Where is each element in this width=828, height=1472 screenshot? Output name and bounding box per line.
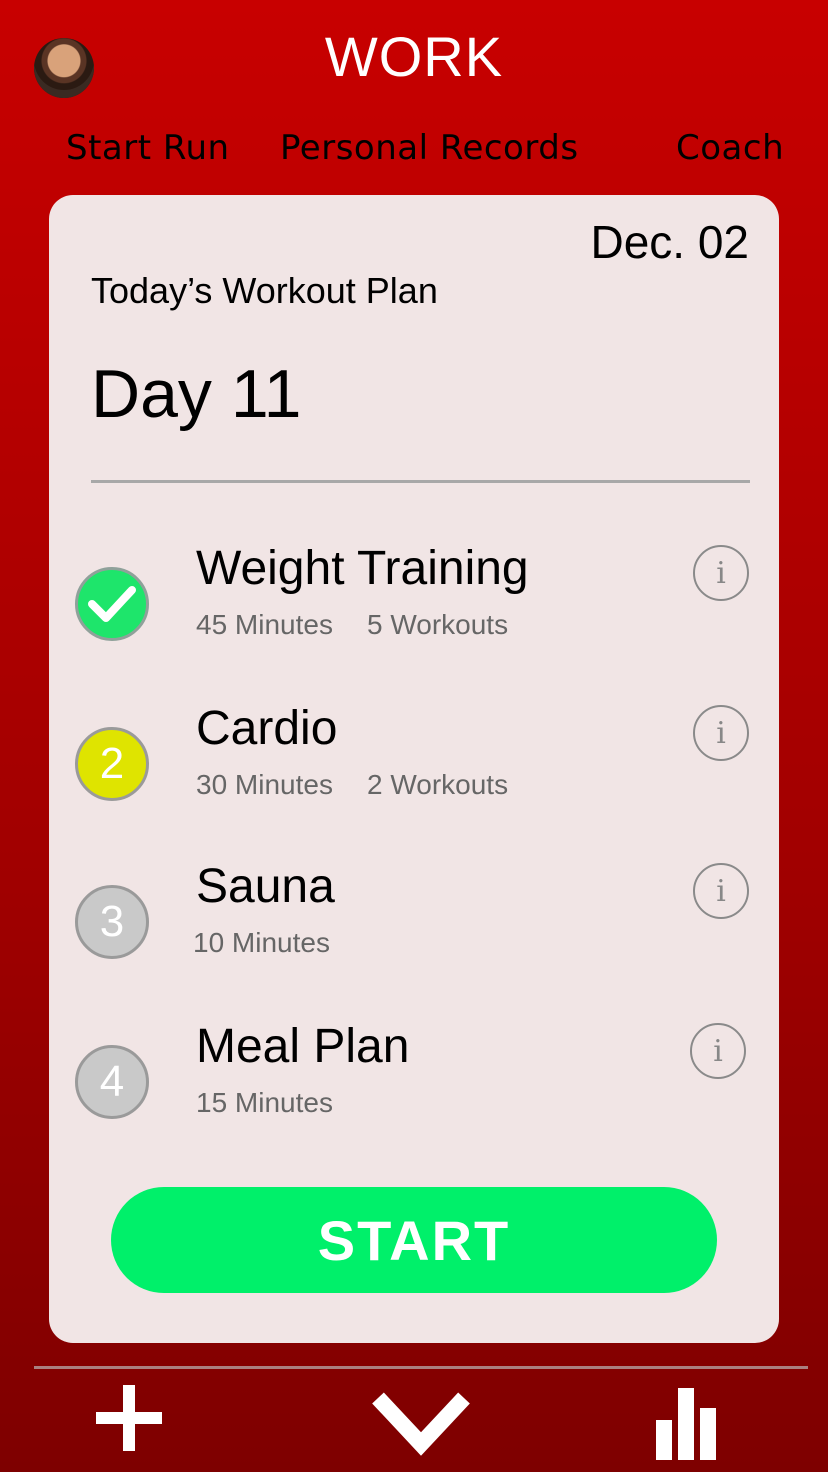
plan-date: Dec. 02 xyxy=(590,216,749,268)
item-meta: 10 Minutes xyxy=(193,927,330,959)
item-name: Weight Training xyxy=(196,542,529,595)
plan-item-meal-plan[interactable]: 4 Meal Plan 15 Minutes i xyxy=(49,1020,779,1165)
item-duration: 10 Minutes xyxy=(193,927,330,958)
item-workouts: 5 Workouts xyxy=(366,609,509,640)
plan-item-weight-training[interactable]: Weight Training 45 Minutes 5 Workouts i xyxy=(49,542,779,687)
chevron-down-icon[interactable] xyxy=(370,1388,472,1463)
item-workouts: 2 Workouts xyxy=(366,769,509,800)
step-number-badge: 3 xyxy=(75,885,149,959)
bar-chart-icon[interactable] xyxy=(656,1388,718,1465)
plan-item-sauna[interactable]: 3 Sauna 10 Minutes i xyxy=(49,860,779,1005)
plus-icon[interactable] xyxy=(96,1385,162,1456)
nav-start-run[interactable]: Start Run xyxy=(66,128,230,168)
app-title: WORK xyxy=(324,25,504,88)
start-button[interactable]: START xyxy=(111,1187,717,1293)
item-meta: 45 Minutes 5 Workouts xyxy=(196,609,508,641)
plan-item-cardio[interactable]: 2 Cardio 30 Minutes 2 Workouts i xyxy=(49,702,779,847)
completed-check-icon xyxy=(75,567,149,641)
day-label: Day 11 xyxy=(91,356,302,432)
item-duration: 15 Minutes xyxy=(196,1087,333,1118)
info-icon[interactable]: i xyxy=(693,863,749,919)
divider xyxy=(91,480,750,483)
item-name: Sauna xyxy=(196,860,335,913)
nav-coach[interactable]: Coach xyxy=(676,128,784,168)
bottom-divider xyxy=(34,1366,808,1369)
step-number-badge: 4 xyxy=(75,1045,149,1119)
nav-personal-records[interactable]: Personal Records xyxy=(280,128,579,168)
item-meta: 30 Minutes 2 Workouts xyxy=(196,769,508,801)
item-meta: 15 Minutes xyxy=(196,1087,333,1119)
workout-plan-card: Dec. 02 Today’s Workout Plan Day 11 Weig… xyxy=(49,195,779,1343)
info-icon[interactable]: i xyxy=(693,705,749,761)
info-icon[interactable]: i xyxy=(690,1023,746,1079)
info-icon[interactable]: i xyxy=(693,545,749,601)
item-name: Cardio xyxy=(196,702,338,755)
plan-title: Today’s Workout Plan xyxy=(91,270,438,311)
step-number-badge: 2 xyxy=(75,727,149,801)
item-duration: 30 Minutes xyxy=(196,769,333,800)
item-name: Meal Plan xyxy=(196,1020,410,1073)
item-duration: 45 Minutes xyxy=(196,609,333,640)
